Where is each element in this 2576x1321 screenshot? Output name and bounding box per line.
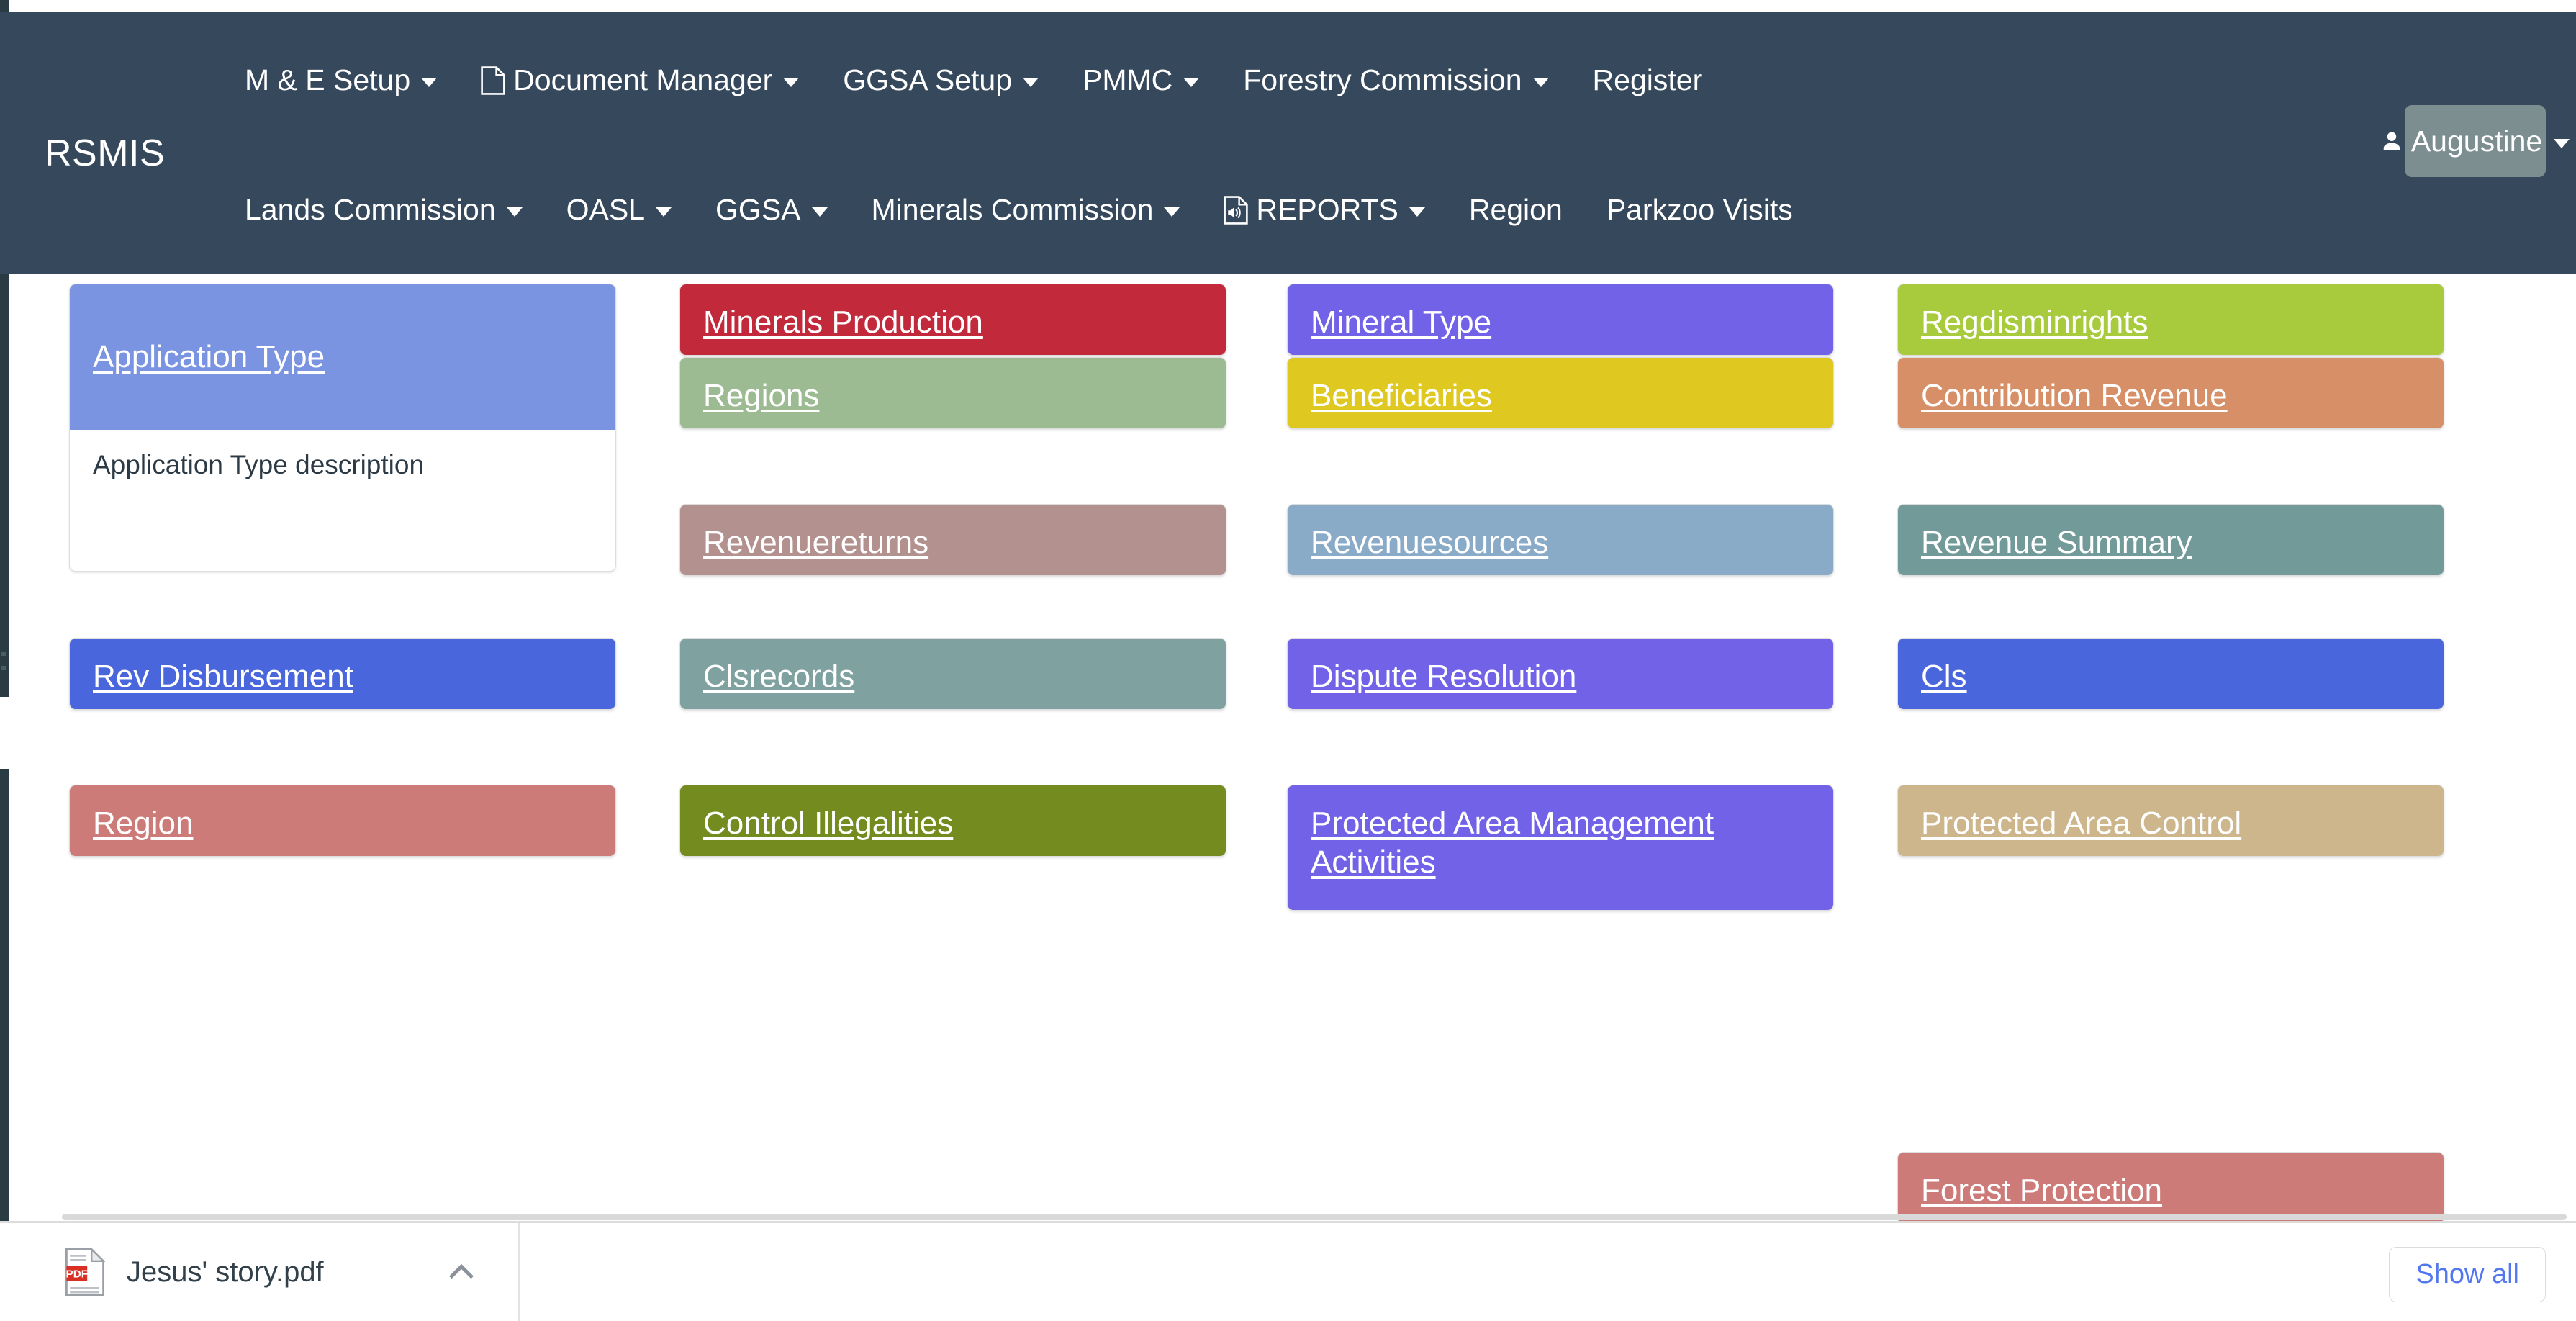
- card-forest-protection[interactable]: Forest Protection: [1897, 1152, 2444, 1224]
- nav-item-forestry-commission[interactable]: Forestry Commission: [1243, 63, 1548, 97]
- chevron-down-icon: [1409, 207, 1425, 217]
- file-audio-icon: [1224, 196, 1248, 225]
- card-cls[interactable]: Cls: [1897, 638, 2444, 710]
- card-contribution-revenue[interactable]: Contribution Revenue: [1897, 357, 2444, 429]
- nav-item-m-e-setup[interactable]: M & E Setup: [245, 63, 437, 97]
- card-title[interactable]: Forest Protection: [1921, 1171, 2162, 1210]
- chevron-down-icon: [507, 207, 523, 217]
- nav-item-label: Parkzoo Visits: [1606, 193, 1793, 227]
- nav-item-pmmc[interactable]: PMMC: [1083, 63, 1199, 97]
- chevron-down-icon: [656, 207, 672, 217]
- nav-item-ggsa-setup[interactable]: GGSA Setup: [843, 63, 1039, 97]
- card-title[interactable]: Revenue Summary: [1921, 523, 2192, 562]
- chevron-down-icon: [1164, 207, 1180, 217]
- card-title[interactable]: Beneficiaries: [1311, 377, 1492, 415]
- nav-item-label: OASL: [566, 193, 645, 227]
- nav-item-label: Forestry Commission: [1243, 63, 1522, 97]
- card-title[interactable]: Minerals Production: [703, 303, 983, 342]
- card-dispute-resolution[interactable]: Dispute Resolution: [1287, 638, 1834, 710]
- download-shelf: PDF Jesus' story.pdf Show all: [0, 1221, 2576, 1321]
- nav-item-label: Register: [1593, 63, 1703, 97]
- navbar-row-secondary: Lands Commission OASL GGSA Minerals Commiss…: [245, 193, 1837, 227]
- card-regions[interactable]: Regions: [679, 357, 1226, 429]
- nav-item-oasl[interactable]: OASL: [566, 193, 672, 227]
- card-mineral-type[interactable]: Mineral Type: [1287, 284, 1834, 356]
- card-title[interactable]: Protected Area Control: [1921, 804, 2241, 843]
- show-all-downloads-button[interactable]: Show all: [2389, 1247, 2546, 1302]
- user-menu-label: Augustine: [2411, 125, 2542, 158]
- card-title[interactable]: Revenuereturns: [703, 523, 928, 562]
- app-brand[interactable]: RSMIS: [45, 132, 165, 175]
- card-title[interactable]: Regions: [703, 377, 819, 415]
- card-regdisminrights[interactable]: Regdisminrights: [1897, 284, 2444, 356]
- nav-item-label: Document Manager: [513, 63, 772, 97]
- card-application-type-header: Application Type: [70, 284, 615, 430]
- card-title[interactable]: Mineral Type: [1311, 303, 1491, 342]
- card-title[interactable]: Contribution Revenue: [1921, 377, 2228, 415]
- nav-item-label: GGSA Setup: [843, 63, 1012, 97]
- card-revenuereturns[interactable]: Revenuereturns: [679, 504, 1226, 576]
- card-application-type-title[interactable]: Application Type: [93, 339, 325, 375]
- horizontal-scrollbar[interactable]: [62, 1214, 2567, 1220]
- nav-item-label: GGSA: [715, 193, 800, 227]
- card-title[interactable]: Protected Area Management Activities: [1311, 804, 1810, 881]
- pdf-file-icon: PDF: [65, 1248, 105, 1297]
- nav-item-label: M & E Setup: [245, 63, 410, 97]
- card-title[interactable]: Rev Disbursement: [93, 657, 353, 696]
- card-title[interactable]: Revenuesources: [1311, 523, 1548, 562]
- card-protected-area-control[interactable]: Protected Area Control: [1897, 785, 2444, 857]
- card-minerals-production[interactable]: Minerals Production: [679, 284, 1226, 356]
- nav-item-parkzoo-visits[interactable]: Parkzoo Visits: [1606, 193, 1793, 227]
- nav-item-register[interactable]: Register: [1593, 63, 1703, 97]
- user-menu-button[interactable]: Augustine: [2405, 105, 2546, 177]
- chevron-down-icon: [1533, 78, 1549, 87]
- navbar-row-primary: M & E Setup Document Manager GGSA Setup PMM…: [245, 63, 1746, 97]
- card-title[interactable]: Regdisminrights: [1921, 303, 2148, 342]
- download-file-name: Jesus' story.pdf: [127, 1256, 324, 1289]
- card-rev-disbursement[interactable]: Rev Disbursement: [69, 638, 616, 710]
- chevron-down-icon: [783, 78, 799, 87]
- nav-item-label: Lands Commission: [245, 193, 496, 227]
- nav-item-lands-commission[interactable]: Lands Commission: [245, 193, 523, 227]
- chevron-down-icon: [1183, 78, 1199, 87]
- card-control-illegalities[interactable]: Control Illegalities: [679, 785, 1226, 857]
- nav-item-label: Region: [1469, 193, 1563, 227]
- card-application-type-description: Application Type description: [70, 430, 615, 480]
- nav-item-document-manager[interactable]: Document Manager: [481, 63, 799, 97]
- card-title[interactable]: Cls: [1921, 657, 1967, 696]
- chevron-down-icon: [812, 207, 828, 217]
- nav-item-ggsa[interactable]: GGSA: [715, 193, 827, 227]
- svg-text:PDF: PDF: [66, 1268, 88, 1281]
- card-title[interactable]: Region: [93, 804, 193, 843]
- card-protected-area-management-activities[interactable]: Protected Area Management Activities: [1287, 785, 1834, 911]
- card-revenue-summary[interactable]: Revenue Summary: [1897, 504, 2444, 576]
- chevron-up-icon[interactable]: [445, 1255, 478, 1289]
- chevron-down-icon: [2554, 139, 2570, 148]
- nav-item-label: Minerals Commission: [872, 193, 1154, 227]
- card-clsrecords[interactable]: Clsrecords: [679, 638, 1226, 710]
- card-beneficiaries[interactable]: Beneficiaries: [1287, 357, 1834, 429]
- card-region[interactable]: Region: [69, 785, 616, 857]
- nav-item-label: REPORTS: [1256, 193, 1398, 227]
- chevron-down-icon: [421, 78, 437, 87]
- card-application-type[interactable]: Application Type Application Type descri…: [69, 284, 616, 572]
- card-title[interactable]: Clsrecords: [703, 657, 854, 696]
- card-revenuesources[interactable]: Revenuesources: [1287, 504, 1834, 576]
- nav-item-region[interactable]: Region: [1469, 193, 1563, 227]
- top-navbar: RSMIS M & E Setup Document Manager GGSA Se…: [0, 12, 2576, 274]
- chevron-down-icon: [1023, 78, 1039, 87]
- nav-item-label: PMMC: [1083, 63, 1172, 97]
- card-title[interactable]: Control Illegalities: [703, 804, 953, 843]
- download-item[interactable]: PDF Jesus' story.pdf: [29, 1223, 520, 1321]
- document-icon: [481, 66, 505, 95]
- user-icon: [2381, 129, 2403, 153]
- module-card-grid: Application Type Application Type descri…: [0, 274, 2576, 1224]
- card-title[interactable]: Dispute Resolution: [1311, 657, 1576, 696]
- nav-item-minerals-commission[interactable]: Minerals Commission: [872, 193, 1180, 227]
- nav-item-reports[interactable]: REPORTS: [1224, 193, 1424, 227]
